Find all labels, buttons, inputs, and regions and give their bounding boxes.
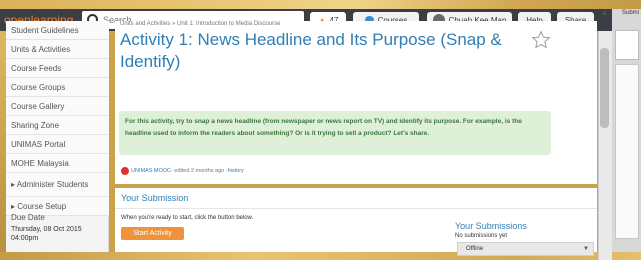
- sidebar-item-student-guidelines[interactable]: Student Guidelines: [6, 21, 109, 40]
- sidebar-item-course-feeds[interactable]: Course Feeds: [6, 59, 109, 78]
- sidebar-item-mohe-malaysia[interactable]: MOHE Malaysia: [6, 154, 109, 173]
- course-sidebar: Student Guidelines Units & Activities Co…: [6, 21, 109, 252]
- submission-mode-select[interactable]: Offline ▼: [457, 242, 594, 256]
- side-panel-label: Submi: [622, 10, 640, 16]
- submissions-empty-text: No submissions yet: [455, 233, 508, 239]
- due-date-heading: Due Date: [11, 213, 45, 222]
- due-date-value: Thursday, 08 Oct 2015 04:00pm: [11, 226, 82, 242]
- sidebar-item-sharing-zone[interactable]: Sharing Zone: [6, 116, 109, 135]
- activity-meta: UNIMAS MOOC - edited 2 months ago - hist…: [121, 167, 244, 175]
- side-panel-area[interactable]: [615, 64, 639, 239]
- start-activity-button[interactable]: Start Activity: [121, 227, 184, 240]
- scroll-up-arrow-icon[interactable]: ▲: [601, 10, 609, 18]
- submission-heading: Your Submission: [121, 193, 189, 203]
- activity-instructions: For this activity, try to snap a news he…: [119, 111, 551, 155]
- breadcrumb[interactable]: Units and Activities » Unit 1: Introduct…: [120, 21, 280, 27]
- history-link[interactable]: history: [228, 168, 244, 174]
- divider: [115, 208, 597, 209]
- sidebar-item-course-gallery[interactable]: Course Gallery: [6, 97, 109, 116]
- sidebar-item-course-groups[interactable]: Course Groups: [6, 78, 109, 97]
- page-scrollbar-thumb[interactable]: [600, 48, 609, 128]
- decorative-frame-top: [0, 0, 641, 9]
- page-title: Activity 1: News Headline and Its Purpos…: [120, 30, 502, 71]
- submission-prompt: When you're ready to start, click the bu…: [121, 215, 254, 221]
- sidebar-item-units-activities[interactable]: Units & Activities: [6, 40, 109, 59]
- side-panel-field[interactable]: [615, 30, 639, 60]
- author-link[interactable]: UNIMAS MOOC: [131, 168, 171, 174]
- submission-mode-value: Offline: [466, 246, 484, 252]
- sidebar-item-administer-students[interactable]: ▸ Administer Students: [6, 173, 109, 197]
- chevron-down-icon: ▼: [583, 246, 589, 252]
- author-logo-icon: [121, 167, 129, 175]
- submissions-heading: Your Submissions: [455, 221, 527, 231]
- sidebar-item-unimas-portal[interactable]: UNIMAS Portal: [6, 135, 109, 154]
- due-date-box: Due Date Thursday, 08 Oct 2015 04:00pm: [11, 213, 105, 243]
- star-icon[interactable]: [531, 30, 551, 50]
- edit-info: - edited 2 months ago -: [171, 168, 228, 174]
